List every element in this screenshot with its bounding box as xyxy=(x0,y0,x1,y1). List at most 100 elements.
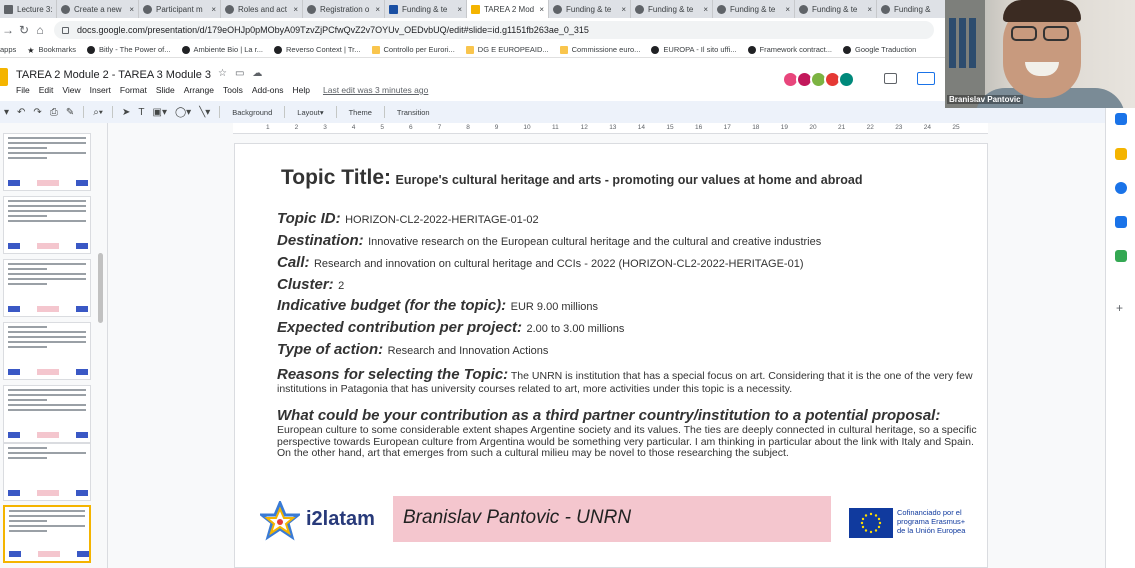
browser-tab[interactable]: Create a new × xyxy=(57,0,139,18)
reload-icon[interactable]: ↻ xyxy=(16,23,32,37)
move-folder-icon[interactable]: ▭ xyxy=(235,68,252,79)
bookmark-item[interactable]: Framework contract... xyxy=(747,45,832,54)
star-icon[interactable]: ☆ xyxy=(218,68,235,79)
call-row[interactable]: Call: Research and innovation on cultura… xyxy=(277,254,804,272)
select-cursor-icon[interactable]: ➤ xyxy=(122,107,130,118)
browser-tab[interactable]: Participant m × xyxy=(139,0,221,18)
browser-tab[interactable]: Funding & te × xyxy=(631,0,713,18)
budget-row[interactable]: Indicative budget (for the topic): EUR 9… xyxy=(277,297,598,315)
layout-button[interactable]: Layout▾ xyxy=(297,108,323,117)
avatar[interactable] xyxy=(838,71,855,88)
home-icon[interactable]: ⌂ xyxy=(32,23,48,37)
close-tab-icon[interactable]: × xyxy=(785,5,790,14)
slide-title[interactable]: Topic Title: Europe's cultural heritage … xyxy=(281,166,862,190)
paint-format-icon[interactable]: ✎ xyxy=(66,107,74,118)
browser-tab[interactable]: Funding & te × xyxy=(385,0,467,18)
maps-icon[interactable] xyxy=(1115,250,1127,262)
action-type-row[interactable]: Type of action: Research and Innovation … xyxy=(277,341,548,359)
menu-item[interactable]: Tools xyxy=(223,85,243,95)
add-addon-icon[interactable]: + xyxy=(1116,301,1123,315)
close-tab-icon[interactable]: × xyxy=(211,5,216,14)
contribution-paragraph[interactable]: What could be your contribution as a thi… xyxy=(277,407,981,460)
ruler-tick-label: 11 xyxy=(552,124,559,131)
document-title[interactable]: TAREA 2 Module 2 - TAREA 3 Module 3 xyxy=(16,69,211,81)
browser-tab-active[interactable]: TAREA 2 Mod × xyxy=(467,0,549,18)
bookmark-item[interactable]: Controllo per Eurori... xyxy=(371,45,455,54)
menu-item[interactable]: Help xyxy=(293,85,310,95)
slide-thumbnail[interactable] xyxy=(3,196,91,254)
cluster-row[interactable]: Cluster: 2 xyxy=(277,276,344,294)
comment-history-icon[interactable] xyxy=(884,73,897,84)
close-tab-icon[interactable]: × xyxy=(129,5,134,14)
filmstrip-scrollbar[interactable] xyxy=(98,253,103,323)
tab-title: Funding & xyxy=(894,4,931,14)
browser-tab[interactable]: Lecture 3: Th xyxy=(0,0,57,18)
zoom-icon[interactable]: ⌕▾ xyxy=(93,107,103,118)
print-icon[interactable]: ⎙ xyxy=(50,107,58,118)
menu-item[interactable]: Edit xyxy=(39,85,54,95)
close-tab-icon[interactable]: × xyxy=(539,5,544,14)
browser-tab[interactable]: Funding & te × xyxy=(713,0,795,18)
menu-item[interactable]: Slide xyxy=(156,85,175,95)
back-arrow-icon[interactable]: → xyxy=(0,23,16,37)
slide-thumbnail[interactable] xyxy=(3,322,91,380)
undo-icon[interactable]: ↶ xyxy=(17,107,25,118)
url-field[interactable]: docs.google.com/presentation/d/179eOHJp0… xyxy=(54,21,934,39)
bookmark-item[interactable]: Reverso Context | Tr... xyxy=(274,45,361,54)
close-tab-icon[interactable]: × xyxy=(375,5,380,14)
cloud-status-icon[interactable]: ☁ xyxy=(252,68,270,79)
reasons-paragraph[interactable]: Reasons for selecting the Topic: The UNR… xyxy=(277,366,981,396)
browser-tab[interactable]: Funding & te × xyxy=(795,0,877,18)
image-icon[interactable]: ▣▾ xyxy=(153,107,167,118)
slide-thumbnail[interactable] xyxy=(3,259,91,317)
url-text: docs.google.com/presentation/d/179eOHJp0… xyxy=(77,25,589,35)
close-tab-icon[interactable]: × xyxy=(703,5,708,14)
presenter-box[interactable]: Branislav Pantovic - UNRN xyxy=(393,496,831,542)
line-icon[interactable]: ╲▾ xyxy=(199,107,210,118)
menu-item[interactable]: View xyxy=(62,85,80,95)
theme-button[interactable]: Theme xyxy=(349,108,372,117)
menu-item[interactable]: Arrange xyxy=(184,85,214,95)
close-tab-icon[interactable]: × xyxy=(867,5,872,14)
browser-tab[interactable]: Roles and act × xyxy=(221,0,303,18)
close-tab-icon[interactable]: × xyxy=(457,5,462,14)
slide-thumbnail-selected[interactable] xyxy=(3,505,91,563)
chevron-down-icon[interactable]: ▾ xyxy=(4,107,9,118)
present-icon[interactable] xyxy=(917,72,935,85)
bookmark-item[interactable]: EUROPA - Il sito uffi... xyxy=(651,45,737,54)
slides-logo-icon[interactable] xyxy=(0,68,8,86)
calendar-icon[interactable] xyxy=(1115,113,1127,125)
topic-id-row[interactable]: Topic ID: HORIZON-CL2-2022-HERITAGE-01-0… xyxy=(277,210,539,228)
redo-icon[interactable]: ↷ xyxy=(33,107,41,118)
bookmark-item[interactable]: Google Traduction xyxy=(843,45,916,54)
transition-button[interactable]: Transition xyxy=(397,108,430,117)
shape-icon[interactable]: ◯▾ xyxy=(175,107,191,118)
bookmark-item[interactable]: apps xyxy=(0,45,16,54)
destination-row[interactable]: Destination: Innovative research on the … xyxy=(277,232,821,250)
slide[interactable]: Topic Title: Europe's cultural heritage … xyxy=(234,143,988,568)
slide-thumbnail[interactable] xyxy=(3,133,91,191)
contacts-icon[interactable] xyxy=(1115,216,1127,228)
slide-thumbnail[interactable] xyxy=(3,443,91,501)
browser-tab[interactable]: Funding & te × xyxy=(549,0,631,18)
last-edit-link[interactable]: Last edit was 3 minutes ago xyxy=(323,85,428,95)
slide-thumbnail[interactable] xyxy=(3,385,91,443)
menu-item[interactable]: Insert xyxy=(90,85,111,95)
menu-item[interactable]: Format xyxy=(120,85,147,95)
background-button[interactable]: Background xyxy=(232,108,272,117)
bookmark-item[interactable]: DG E EUROPEAID... xyxy=(465,45,549,54)
bookmark-item[interactable]: Commissione euro... xyxy=(559,45,640,54)
bookmark-item[interactable]: Bitly - The Power of... xyxy=(86,45,171,54)
browser-tab[interactable]: Registration o × xyxy=(303,0,385,18)
close-tab-icon[interactable]: × xyxy=(293,5,298,14)
text-box-icon[interactable]: T xyxy=(138,107,144,118)
menu-item[interactable]: File xyxy=(16,85,30,95)
menu-item[interactable]: Add-ons xyxy=(252,85,284,95)
contribution-row[interactable]: Expected contribution per project: 2.00 … xyxy=(277,319,624,337)
bookmark-item[interactable]: Ambiente Bio | La r... xyxy=(181,45,263,54)
bookmark-item[interactable]: ★ Bookmarks xyxy=(27,45,76,55)
keep-icon[interactable] xyxy=(1115,148,1127,160)
tasks-icon[interactable] xyxy=(1115,182,1127,194)
close-tab-icon[interactable]: × xyxy=(621,5,626,14)
browser-tab[interactable]: Funding &× xyxy=(877,0,945,18)
